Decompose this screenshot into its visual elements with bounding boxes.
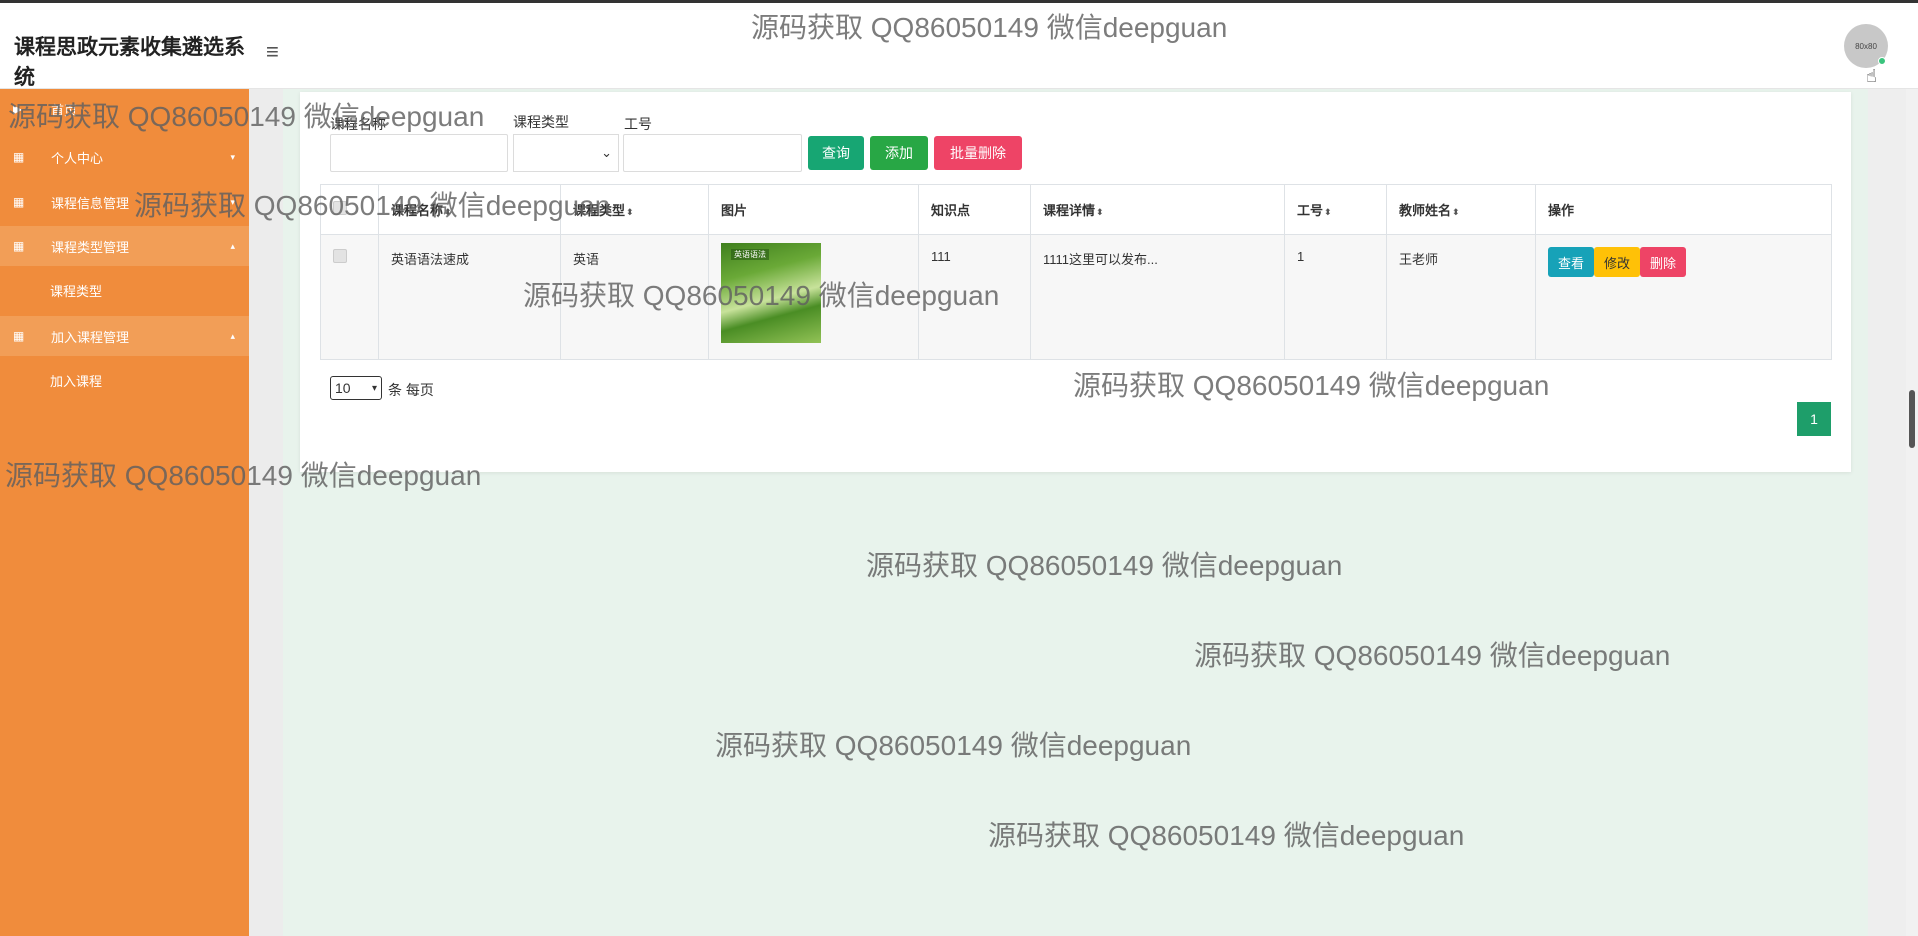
home-icon: ▶ xyxy=(13,102,23,116)
chevron-up-icon: ▴ xyxy=(230,240,235,251)
top-header: 课程思政元素收集遴选系统 ≡ xyxy=(0,3,1918,89)
sort-icon: ⬍ xyxy=(1324,207,1332,217)
sidebar-item-course-info[interactable]: ▦ 课程信息管理 ▾ xyxy=(0,182,249,222)
sort-icon: ⬍ xyxy=(444,207,452,217)
details-cell: 1111这里可以发布... xyxy=(1030,234,1285,360)
sidebar-item-join-course-mgmt[interactable]: ▦ 加入课程管理 ▴ xyxy=(0,316,249,356)
sidebar-item-label: 个人中心 xyxy=(51,150,104,166)
edit-button[interactable]: 修改 xyxy=(1594,247,1641,277)
page-scrollbar[interactable] xyxy=(1906,89,1918,936)
grid-icon: ▦ xyxy=(13,239,25,253)
column-header: 知识点 xyxy=(918,184,1031,235)
actions-cell: 查看 修改 删除 xyxy=(1535,234,1832,360)
row-checkbox[interactable] xyxy=(333,249,347,263)
page-size-value: 10 xyxy=(335,380,351,396)
sidebar-item-label: 课程类型管理 xyxy=(51,239,130,255)
sort-icon: ⬍ xyxy=(1096,207,1104,217)
teacher-cell: 王老师 xyxy=(1386,234,1536,360)
image-cell: 英语语法 xyxy=(708,234,919,360)
course-name-input[interactable] xyxy=(330,134,508,172)
knowledge-cell: 111 xyxy=(918,234,1031,360)
main-panel: 课程名称 课程类型 ⌄ 工号 查询 添加 批量删除 课程名称⬍ 课程类型⬍ 图片… xyxy=(300,92,1851,472)
course-type-select[interactable]: ⌄ xyxy=(513,134,619,172)
sidebar: ▶ 首页 ▦ 个人中心 ▾ ▦ 课程信息管理 ▾ ▦ 课程类型管理 ▴ 课程类型… xyxy=(0,89,249,936)
column-header[interactable]: 教师姓名⬍ xyxy=(1386,184,1536,235)
column-header[interactable]: 工号⬍ xyxy=(1284,184,1387,235)
grid-icon: ▦ xyxy=(13,150,25,164)
view-button[interactable]: 查看 xyxy=(1548,247,1595,277)
content-right-gutter xyxy=(1868,89,1908,936)
row-select-cell[interactable] xyxy=(320,234,379,360)
watermark: 源码获取 QQ86050149 微信deepguan xyxy=(866,550,1343,581)
course-name-cell: 英语语法速成 xyxy=(378,234,561,360)
chevron-down-icon: ▾ xyxy=(230,151,235,162)
course-name-label: 课程名称 xyxy=(330,116,386,132)
chevron-up-icon: ▴ xyxy=(230,330,235,341)
column-header[interactable]: 课程名称⬍ xyxy=(378,184,561,235)
column-header: 图片 xyxy=(708,184,919,235)
select-all-header[interactable] xyxy=(320,184,379,235)
chevron-down-icon: ⌄ xyxy=(601,145,612,160)
grid-icon: ▦ xyxy=(13,329,25,343)
sidebar-item-label: 课程信息管理 xyxy=(51,195,130,211)
course-type-label: 课程类型 xyxy=(513,114,569,130)
page-button-1[interactable]: 1 xyxy=(1797,402,1831,436)
sidebar-subitem-join-course[interactable]: 加入课程 xyxy=(0,360,249,400)
sidebar-subitem-course-type[interactable]: 课程类型 xyxy=(0,270,249,310)
chevron-down-icon: ▾ xyxy=(230,196,235,207)
column-header[interactable]: 课程类型⬍ xyxy=(560,184,709,235)
page-size-label: 条 每页 xyxy=(388,382,434,398)
hand-pointer-icon: ☝ xyxy=(1866,66,1877,86)
sort-icon: ⬍ xyxy=(1452,207,1460,217)
scrollbar-thumb[interactable] xyxy=(1909,390,1915,448)
table-row: 英语语法速成 英语 英语语法 111 1111这里可以发布... 1 王老师 查… xyxy=(320,234,1832,360)
page-size-select[interactable]: 10 ▾ xyxy=(330,376,382,400)
sidebar-item-home[interactable]: ▶ 首页 xyxy=(0,89,249,129)
course-type-cell: 英语 xyxy=(560,234,709,360)
sidebar-item-personal-center[interactable]: ▦ 个人中心 ▾ xyxy=(0,137,249,177)
sort-icon: ⬍ xyxy=(626,207,634,217)
watermark: 源码获取 QQ86050149 微信deepguan xyxy=(715,730,1192,761)
sidebar-item-label: 首页 xyxy=(51,102,78,118)
query-button[interactable]: 查询 xyxy=(808,136,864,170)
select-all-checkbox[interactable] xyxy=(333,201,347,215)
sidebar-item-label: 加入课程管理 xyxy=(51,329,130,345)
grid-icon: ▦ xyxy=(13,195,25,209)
work-no-label: 工号 xyxy=(624,116,652,132)
work-no-cell: 1 xyxy=(1284,234,1387,360)
app-title: 课程思政元素收集遴选系统 xyxy=(14,36,245,89)
course-table: 课程名称⬍ 课程类型⬍ 图片 知识点 课程详情⬍ 工号⬍ 教师姓名⬍ 操作 英语… xyxy=(320,184,1832,360)
thumbnail-caption: 英语语法 xyxy=(731,249,769,260)
delete-button[interactable]: 删除 xyxy=(1640,247,1687,277)
online-status-dot xyxy=(1878,57,1886,65)
chevron-down-icon: ▾ xyxy=(371,382,377,394)
sidebar-item-course-type-mgmt[interactable]: ▦ 课程类型管理 ▴ xyxy=(0,226,249,266)
batch-delete-button[interactable]: 批量删除 xyxy=(934,136,1022,170)
add-button[interactable]: 添加 xyxy=(870,136,928,170)
work-no-input[interactable] xyxy=(623,134,802,172)
column-header[interactable]: 课程详情⬍ xyxy=(1030,184,1285,235)
column-header: 操作 xyxy=(1535,184,1832,235)
course-thumbnail-image: 英语语法 xyxy=(721,243,821,343)
hamburger-menu-icon[interactable]: ≡ xyxy=(266,39,279,65)
content-left-gutter xyxy=(249,89,283,936)
watermark: 源码获取 QQ86050149 微信deepguan xyxy=(1194,640,1671,671)
watermark: 源码获取 QQ86050149 微信deepguan xyxy=(988,820,1465,851)
